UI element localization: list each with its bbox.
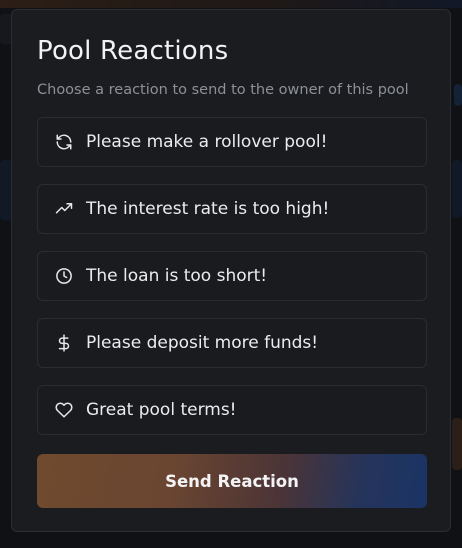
heart-icon (54, 400, 74, 420)
dollar-icon (54, 333, 74, 353)
reaction-options: Please make a rollover pool! The interes… (37, 117, 427, 452)
reaction-label: The interest rate is too high! (86, 199, 330, 219)
clock-icon (54, 266, 74, 286)
reaction-option-loan-short[interactable]: The loan is too short! (37, 251, 427, 301)
modal-subtitle: Choose a reaction to send to the owner o… (37, 82, 409, 98)
reaction-option-rollover[interactable]: Please make a rollover pool! (37, 117, 427, 167)
trending-up-icon (54, 199, 74, 219)
send-reaction-button[interactable]: Send Reaction (37, 454, 427, 508)
reaction-label: Great pool terms! (86, 400, 237, 420)
pool-reactions-modal: Pool Reactions Choose a reaction to send… (11, 9, 451, 532)
refresh-icon (54, 132, 74, 152)
reaction-option-great-terms[interactable]: Great pool terms! (37, 385, 427, 435)
reaction-option-deposit-funds[interactable]: Please deposit more funds! (37, 318, 427, 368)
reaction-label: The loan is too short! (86, 266, 268, 286)
modal-title: Pool Reactions (37, 36, 229, 66)
reaction-label: Please make a rollover pool! (86, 132, 328, 152)
reaction-label: Please deposit more funds! (86, 333, 319, 353)
reaction-option-interest-rate[interactable]: The interest rate is too high! (37, 184, 427, 234)
